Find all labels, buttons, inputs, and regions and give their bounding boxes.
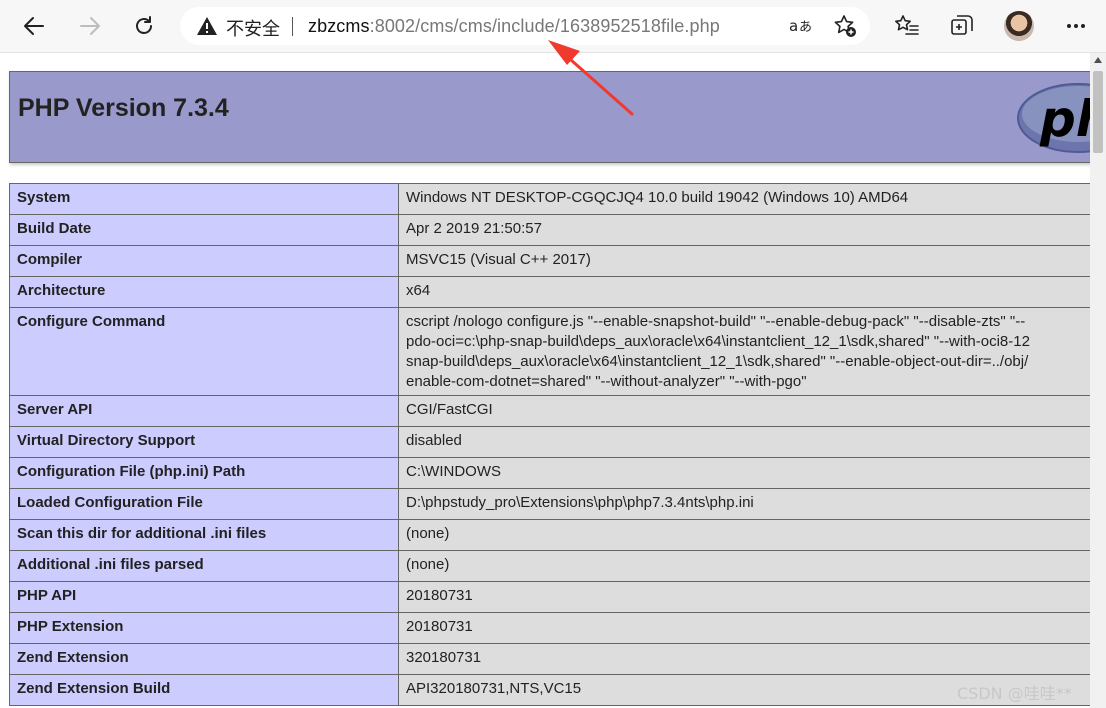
address-bar[interactable]: 不安全 zbzcms:8002/cms/cms/include/16389525… bbox=[180, 7, 870, 45]
info-key: Additional .ini files parsed bbox=[9, 550, 399, 582]
back-button[interactable] bbox=[16, 8, 52, 44]
warning-icon[interactable] bbox=[196, 16, 218, 36]
url-text[interactable]: zbzcms:8002/cms/cms/include/1638952518fi… bbox=[308, 16, 720, 37]
info-row: Loaded Configuration File D:\phpstudy_pro… bbox=[9, 488, 1090, 520]
info-value-line: snap-build\deps_aux\oracle\x64\instantcl… bbox=[406, 353, 1029, 370]
info-key: Configuration File (php.ini) Path bbox=[9, 457, 399, 489]
more-dots-icon bbox=[1067, 24, 1085, 28]
info-key: PHP API bbox=[9, 581, 399, 613]
favorites-button[interactable] bbox=[891, 10, 923, 42]
favorites-list-icon bbox=[895, 15, 919, 35]
add-favorite-button[interactable] bbox=[832, 13, 858, 39]
info-key: Build Date bbox=[9, 214, 399, 246]
scrollbar-thumb[interactable] bbox=[1093, 71, 1103, 153]
info-row: Build Date Apr 2 2019 21:50:57 bbox=[9, 214, 1090, 246]
url-path: :8002/cms/cms/include/1638952518file.php bbox=[369, 16, 720, 36]
profile-avatar[interactable] bbox=[1004, 11, 1034, 41]
svg-text:あ: あ bbox=[799, 20, 812, 35]
info-row: Server API CGI/FastCGI bbox=[9, 395, 1090, 427]
info-row: Architecture x64 bbox=[9, 276, 1090, 308]
info-value: 20180731 bbox=[398, 612, 1090, 644]
info-value: CGI/FastCGI bbox=[398, 395, 1090, 427]
info-key: Zend Extension Build bbox=[9, 674, 399, 706]
info-key: Configure Command bbox=[9, 307, 399, 396]
info-key: PHP Extension bbox=[9, 612, 399, 644]
info-value-line: enable-com-dotnet=shared" "--without-ana… bbox=[406, 373, 807, 390]
svg-text:ph: ph bbox=[1039, 90, 1090, 148]
info-value: x64 bbox=[398, 276, 1090, 308]
vertical-scrollbar[interactable] bbox=[1090, 53, 1106, 708]
svg-text:a: a bbox=[789, 17, 798, 35]
info-key: Zend Extension bbox=[9, 643, 399, 675]
info-key: Compiler bbox=[9, 245, 399, 277]
page-viewport: PHP Version 7.3.4 ph System Windows NT DE… bbox=[0, 53, 1090, 708]
back-arrow-icon bbox=[24, 17, 44, 35]
info-key: Scan this dir for additional .ini files bbox=[9, 519, 399, 551]
info-key: Architecture bbox=[9, 276, 399, 308]
collections-button[interactable] bbox=[946, 10, 978, 42]
info-row: Configuration File (php.ini) Path C:\WIND… bbox=[9, 457, 1090, 489]
php-version-title: PHP Version 7.3.4 bbox=[18, 94, 229, 122]
forward-arrow-icon bbox=[80, 17, 100, 35]
info-row: Virtual Directory Support disabled bbox=[9, 426, 1090, 458]
info-value: MSVC15 (Visual C++ 2017) bbox=[398, 245, 1090, 277]
info-row: PHP API 20180731 bbox=[9, 581, 1090, 613]
star-add-icon bbox=[834, 15, 856, 37]
info-value: Apr 2 2019 21:50:57 bbox=[398, 214, 1090, 246]
info-value: 320180731 bbox=[398, 643, 1090, 675]
info-value: (none) bbox=[398, 519, 1090, 551]
address-divider bbox=[292, 17, 293, 36]
refresh-button[interactable] bbox=[126, 8, 162, 44]
info-row: Configure Command cscript /nologo configu… bbox=[9, 307, 1090, 396]
info-row: System Windows NT DESKTOP-CGQCJQ4 10.0 bu… bbox=[9, 183, 1090, 215]
info-key: System bbox=[9, 183, 399, 215]
info-value: 20180731 bbox=[398, 581, 1090, 613]
csdn-watermark: CSDN @哇哇** bbox=[957, 684, 1072, 703]
refresh-icon bbox=[136, 16, 152, 34]
info-key: Server API bbox=[9, 395, 399, 427]
info-value: Windows NT DESKTOP-CGQCJQ4 10.0 build 19… bbox=[398, 183, 1090, 215]
info-row: Zend Extension Build API320180731,NTS,VC1… bbox=[9, 674, 1090, 706]
info-value: cscript /nologo configure.js "--enable-s… bbox=[398, 307, 1090, 396]
info-value: (none) bbox=[398, 550, 1090, 582]
scroll-up-arrow-icon[interactable] bbox=[1094, 57, 1102, 63]
info-row: Additional .ini files parsed (none) bbox=[9, 550, 1090, 582]
info-value-line: cscript /nologo configure.js "--enable-s… bbox=[406, 313, 1026, 330]
info-key: Loaded Configuration File bbox=[9, 488, 399, 520]
read-aloud-button[interactable]: a あ bbox=[788, 13, 814, 39]
collections-icon bbox=[951, 15, 973, 35]
info-key: Virtual Directory Support bbox=[9, 426, 399, 458]
info-row: Zend Extension 320180731 bbox=[9, 643, 1090, 675]
info-value: C:\WINDOWS bbox=[398, 457, 1090, 489]
php-logo-icon[interactable]: ph bbox=[1016, 80, 1090, 156]
browser-toolbar: 不安全 zbzcms:8002/cms/cms/include/16389525… bbox=[0, 0, 1106, 53]
info-row: Scan this dir for additional .ini files(… bbox=[9, 519, 1090, 551]
info-row: Compiler MSVC15 (Visual C++ 2017) bbox=[9, 245, 1090, 277]
translate-icon: a あ bbox=[789, 17, 812, 35]
info-row: PHP Extension 20180731 bbox=[9, 612, 1090, 644]
url-host: zbzcms bbox=[308, 16, 370, 36]
phpinfo-table: System Windows NT DESKTOP-CGQCJQ4 10.0 bu… bbox=[9, 183, 1090, 706]
security-label[interactable]: 不安全 bbox=[226, 15, 280, 41]
phpinfo-header: PHP Version 7.3.4 ph bbox=[9, 71, 1090, 163]
settings-more-button[interactable] bbox=[1060, 10, 1092, 42]
info-value: disabled bbox=[398, 426, 1090, 458]
forward-button[interactable] bbox=[72, 8, 108, 44]
info-value-line: pdo-oci=c:\php-snap-build\deps_aux\oracl… bbox=[406, 333, 1030, 350]
info-value: D:\phpstudy_pro\Extensions\php\php7.3.4n… bbox=[398, 488, 1090, 520]
